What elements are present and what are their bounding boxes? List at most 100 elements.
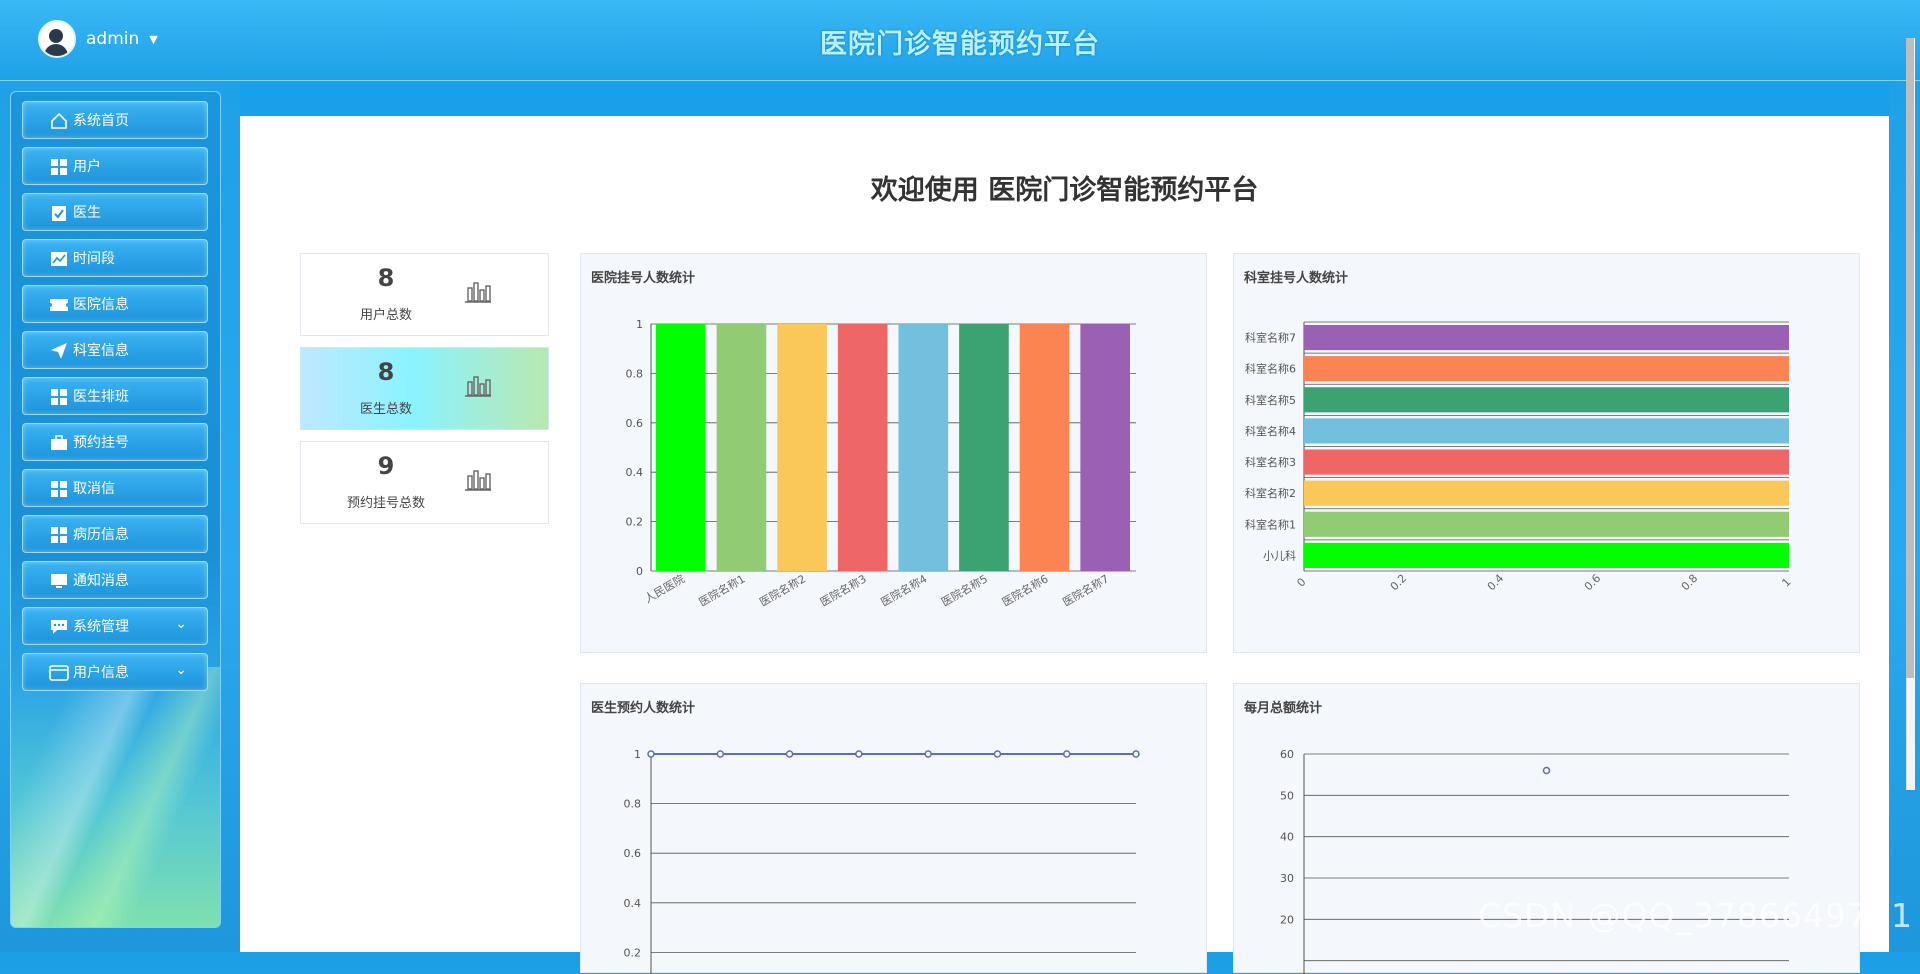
bar <box>656 324 706 571</box>
y-tick-label: 科室名称6 <box>1245 362 1296 376</box>
y-tick-label: 0 <box>636 565 643 578</box>
bar <box>1304 418 1789 444</box>
x-tick-label: 医院名称7 <box>1060 571 1111 609</box>
x-tick-label: 1 <box>1779 575 1793 589</box>
y-tick-label: 30 <box>1280 872 1294 885</box>
grid-icon <box>49 479 69 499</box>
chart-doctor-appointments: 医生预约人数统计 0.2 0.4 0.6 0.8 1 <box>580 683 1207 974</box>
sidebar-item-label: 用户 <box>73 159 101 175</box>
y-tick-label: 1 <box>634 748 641 761</box>
sidebar: 系统首页用户医生时间段医院信息科室信息医生排班预约挂号取消信病历信息通知消息系统… <box>10 91 221 928</box>
stat-value: 9 <box>377 452 395 480</box>
horizontal-bar-chart: 小儿科 科室名称1 科室名称2 科室名称3 科室名称4 科室名称5 科室名称6 科室名称7 0 0… <box>1245 321 1794 594</box>
bar-chart-icon <box>465 376 491 397</box>
sidebar-item-13[interactable]: 用户信息 ⌄ <box>22 653 208 691</box>
sidebar-item-label: 时间段 <box>73 251 115 267</box>
grid-icon <box>49 525 69 545</box>
x-tick-label: 0.8 <box>1679 572 1701 594</box>
data-point <box>647 750 655 758</box>
stat-value: 8 <box>377 264 395 292</box>
data-point <box>1542 766 1551 775</box>
clipboard-icon <box>49 203 69 223</box>
y-tick-label: 60 <box>1280 748 1294 761</box>
bar <box>777 324 827 571</box>
line-chart: 0.2 0.4 0.6 0.8 1 <box>624 748 1140 974</box>
sidebar-item-label: 病历信息 <box>73 527 129 543</box>
stat-card-users: 8 用户总数 <box>300 253 549 336</box>
sidebar-menu: 系统首页用户医生时间段医院信息科室信息医生排班预约挂号取消信病历信息通知消息系统… <box>22 101 208 699</box>
watermark: CSDN @QQ_3786649731 <box>1478 896 1913 935</box>
y-tick-label: 科室名称5 <box>1245 393 1296 407</box>
x-tick-label: 医院名称3 <box>818 571 869 609</box>
x-tick-label: 0 <box>1294 575 1308 589</box>
bar <box>1304 480 1789 506</box>
chart-hospital-registrations: 医院挂号人数统计 0 0.2 0.4 0.6 0.8 1 人民医院 医院名称1 医院名称2 医院名… <box>580 253 1207 653</box>
ticket-icon <box>49 295 69 315</box>
sidebar-item-7[interactable]: 医生排班 <box>22 377 208 415</box>
scrollbar-thumb[interactable] <box>1906 38 1914 678</box>
send-icon <box>49 341 69 361</box>
y-tick-label: 科室名称7 <box>1245 331 1296 345</box>
x-tick-label: 医院名称2 <box>757 571 808 609</box>
bar <box>1304 449 1789 475</box>
y-tick-label: 0.4 <box>624 897 642 910</box>
sidebar-item-6[interactable]: 科室信息 <box>22 331 208 369</box>
stat-value: 8 <box>377 358 395 386</box>
sidebar-item-1[interactable]: 系统首页 <box>22 101 208 139</box>
data-point <box>716 750 725 758</box>
sidebar-item-label: 系统首页 <box>73 113 129 129</box>
sidebar-item-3[interactable]: 医生 <box>22 193 208 231</box>
sidebar-item-8[interactable]: 预约挂号 <box>22 423 208 461</box>
x-tick-label: 0.4 <box>1485 572 1507 594</box>
bar <box>1304 387 1789 413</box>
sidebar-item-label: 科室信息 <box>73 343 129 359</box>
bar <box>959 324 1009 571</box>
sidebar-item-label: 通知消息 <box>73 573 129 589</box>
y-tick-label: 0.2 <box>626 516 644 529</box>
sidebar-decoration <box>11 667 220 927</box>
chart-department-registrations: 科室挂号人数统计 小儿科 科室名称1 科室名称2 科室名称3 科室名称4 科室名称5 科室名… <box>1233 253 1860 653</box>
y-tick-label: 20 <box>1280 913 1294 926</box>
y-tick-label: 科室名称2 <box>1245 486 1296 500</box>
grid-icon <box>49 157 69 177</box>
bar <box>1304 325 1789 351</box>
y-tick-label: 0.8 <box>624 798 642 811</box>
chevron-down-icon: ⌄ <box>175 616 187 632</box>
bar-chart: 0 0.2 0.4 0.6 0.8 1 人民医院 医院名称1 医院名称2 医院名称3 医院名称4 医院… <box>626 318 1136 609</box>
y-tick-label: 40 <box>1280 831 1294 844</box>
sidebar-item-label: 取消信 <box>73 481 115 497</box>
x-tick-label: 医院名称6 <box>999 571 1050 609</box>
sidebar-item-12[interactable]: 系统管理 ⌄ <box>22 607 208 645</box>
sidebar-item-10[interactable]: 病历信息 <box>22 515 208 553</box>
home-icon <box>49 111 69 131</box>
grid-icon <box>49 387 69 407</box>
sidebar-item-4[interactable]: 时间段 <box>22 239 208 277</box>
bar <box>1019 324 1070 571</box>
y-tick-label: 科室名称1 <box>1245 517 1296 531</box>
sidebar-item-11[interactable]: 通知消息 <box>22 561 208 599</box>
data-point <box>924 750 932 758</box>
bar <box>1304 511 1789 537</box>
sidebar-item-9[interactable]: 取消信 <box>22 469 208 507</box>
top-header: admin ▼ 医院门诊智能预约平台 <box>0 0 1920 81</box>
chevron-down-icon: ⌄ <box>175 662 187 678</box>
x-tick-label: 医院名称1 <box>696 571 747 609</box>
bar <box>1080 324 1130 571</box>
sidebar-item-2[interactable]: 用户 <box>22 147 208 185</box>
y-tick-label: 1 <box>636 318 643 331</box>
chat-icon <box>49 617 69 637</box>
stat-label: 预约挂号总数 <box>346 496 425 511</box>
sidebar-item-label: 用户信息 <box>73 665 129 681</box>
y-tick-label: 0.2 <box>624 946 642 959</box>
sidebar-item-5[interactable]: 医院信息 <box>22 285 208 323</box>
bar <box>898 324 949 571</box>
stat-label: 医生总数 <box>359 402 412 417</box>
x-tick-label: 人民医院 <box>642 571 687 605</box>
sidebar-item-label: 医生排班 <box>73 389 129 405</box>
bar <box>1304 542 1789 568</box>
main-content: 欢迎使用 医院门诊智能预约平台 8 用户总数 8 医生总数 9 预约挂号总数 医… <box>240 116 1889 974</box>
data-point <box>993 750 1002 758</box>
y-tick-label: 0.6 <box>626 417 644 430</box>
stat-card-doctors: 8 医生总数 <box>300 347 549 430</box>
data-point <box>1062 750 1071 758</box>
